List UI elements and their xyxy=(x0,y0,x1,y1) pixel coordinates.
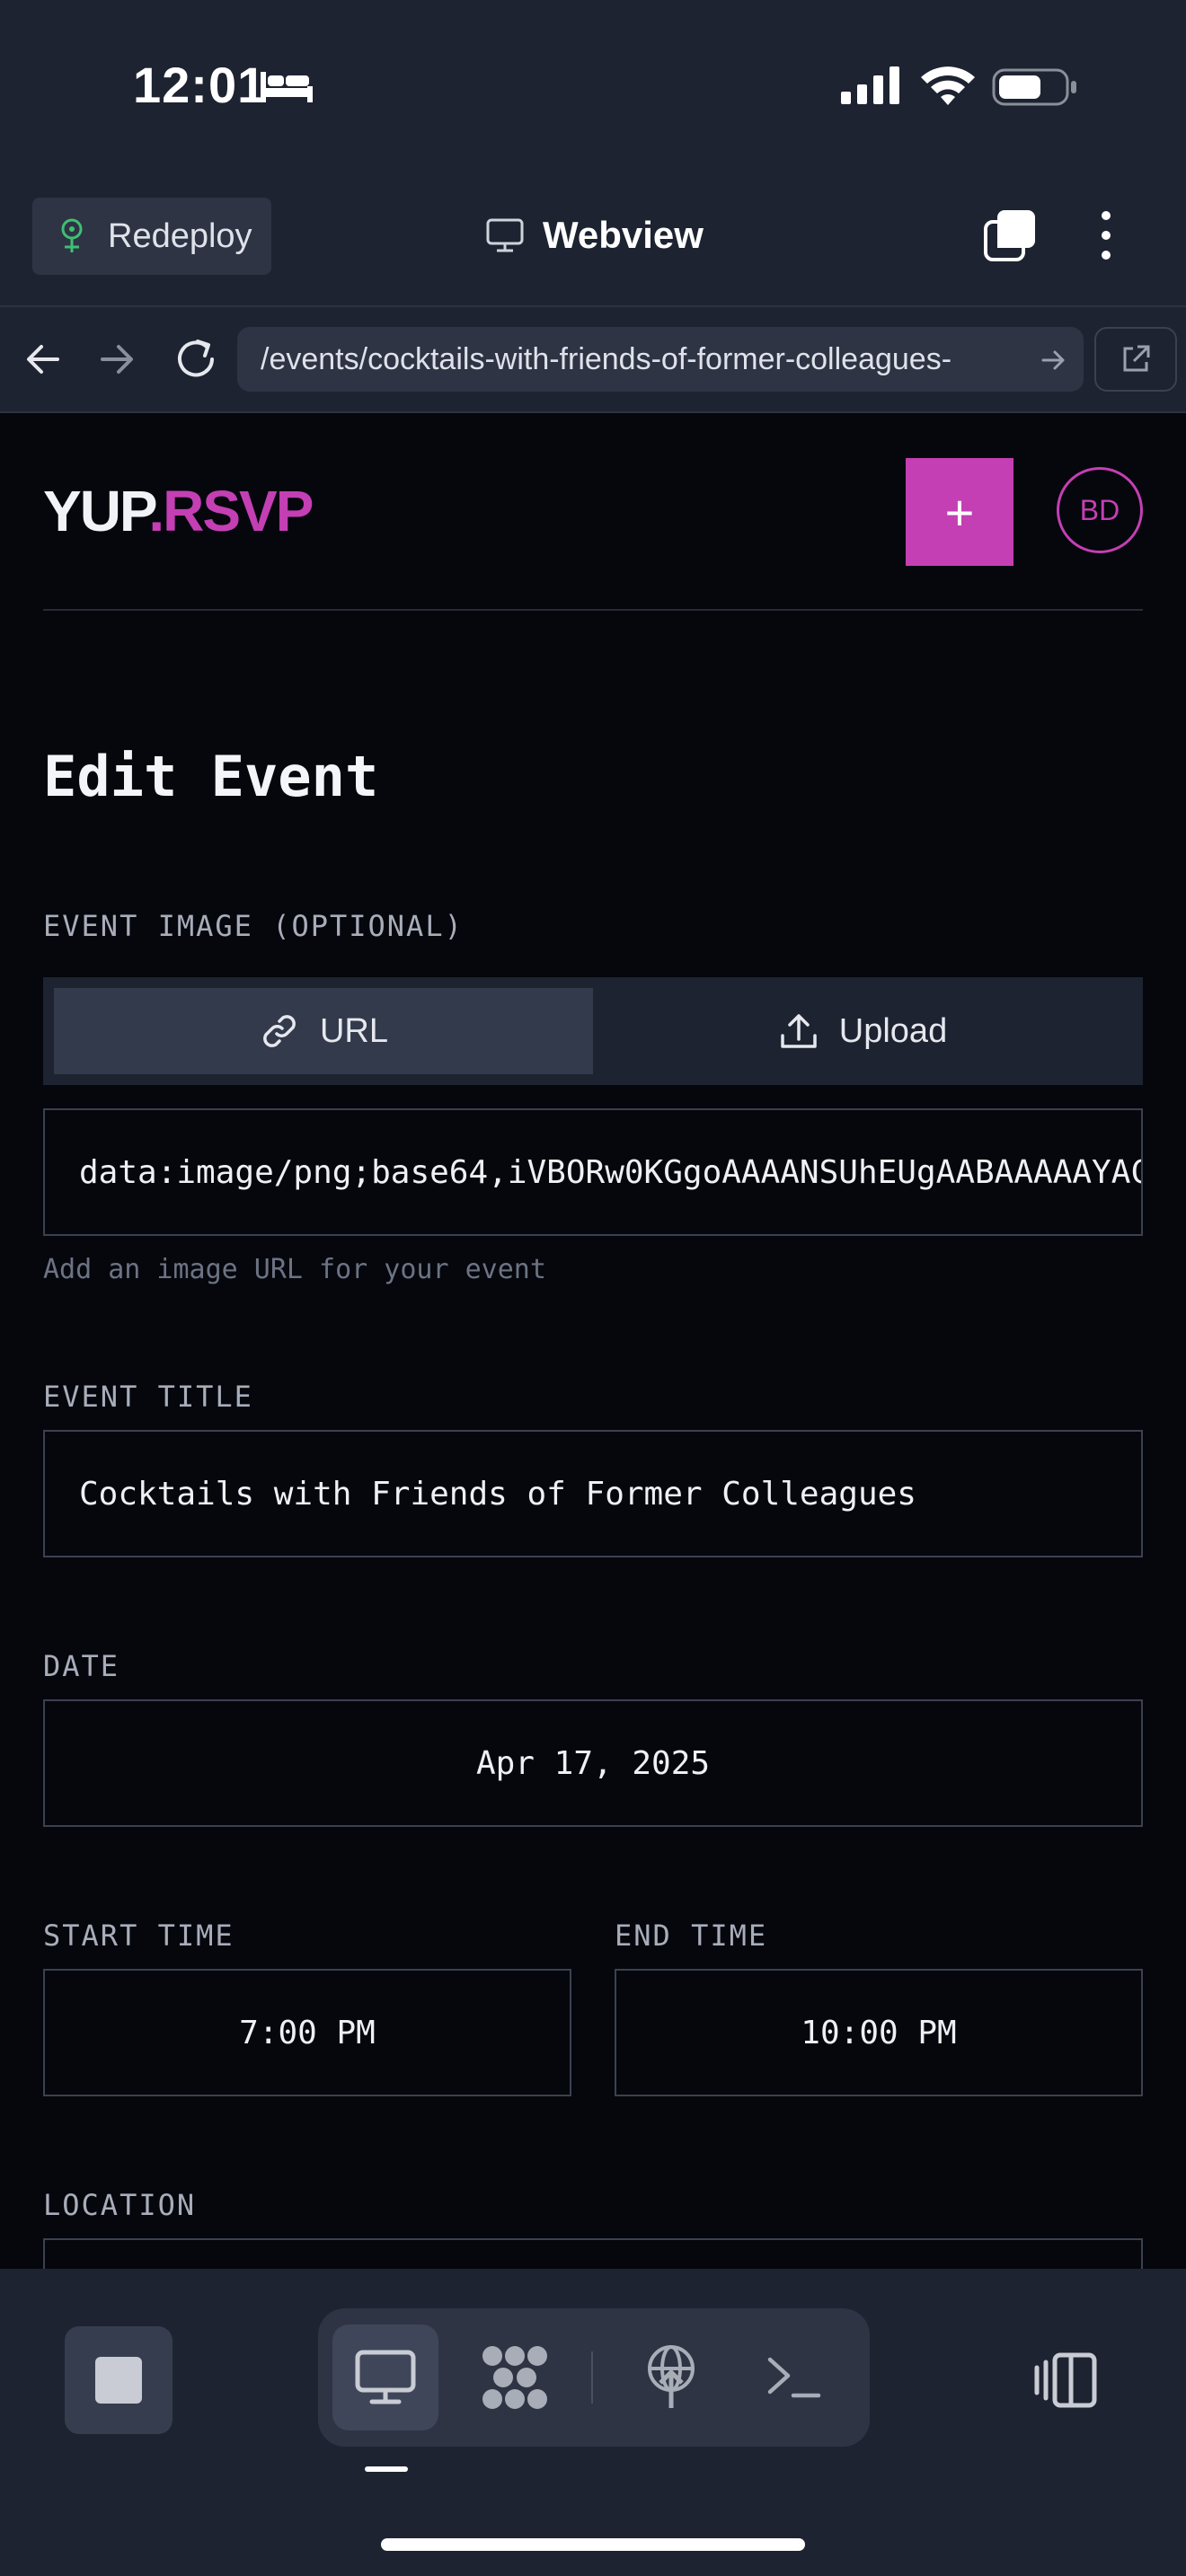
logo-part1: YUP xyxy=(43,479,150,543)
redeploy-label: Redeploy xyxy=(108,216,252,255)
wifi-icon xyxy=(921,66,975,105)
url-bar[interactable]: /events/cocktails-with-friends-of-former… xyxy=(237,327,1084,392)
webview-title-text: Webview xyxy=(543,214,704,256)
logo-part2: .RSVP xyxy=(148,479,314,543)
side-panel-icon[interactable] xyxy=(1033,2351,1098,2409)
webview-tab[interactable] xyxy=(332,2325,438,2430)
browser-toolbar: Redeploy Webview xyxy=(0,171,1186,307)
browser-chrome: 12:01 Redeploy Webview /events/cocktails… xyxy=(0,0,1186,413)
image-url-value: data:image/png;base64,iVBORw0KGgoAAAANSU… xyxy=(79,1153,1143,1191)
location-label: LOCATION xyxy=(43,2188,197,2222)
switcher-divider xyxy=(591,2351,593,2404)
terminal-icon xyxy=(767,2357,821,2398)
add-event-button[interactable]: + xyxy=(906,458,1013,566)
back-arrow-icon[interactable] xyxy=(22,338,65,381)
redeploy-icon xyxy=(61,218,83,252)
upload-tab[interactable]: Upload xyxy=(593,988,1132,1074)
status-bar: 12:01 xyxy=(0,0,1186,171)
forward-arrow-icon[interactable] xyxy=(95,338,138,381)
webview-title: Webview xyxy=(485,208,704,262)
image-url-hint: Add an image URL for your event xyxy=(43,1254,546,1285)
date-input[interactable]: Apr 17, 2025 xyxy=(43,1699,1143,1827)
end-time-input[interactable]: 10:00 PM xyxy=(615,1969,1143,2096)
page-title: Edit Event xyxy=(43,744,379,809)
event-title-value: Cocktails with Friends of Former Colleag… xyxy=(79,1475,916,1513)
event-title-label: EVENT TITLE xyxy=(43,1380,253,1414)
redeploy-button[interactable]: Redeploy xyxy=(32,198,271,275)
site-logo[interactable]: YUP.RSVP xyxy=(43,478,314,544)
event-image-label: EVENT IMAGE (OPTIONAL) xyxy=(43,909,464,943)
deploy-globe-icon xyxy=(648,2345,695,2408)
image-source-toggle: URL Upload xyxy=(43,977,1143,1085)
stop-icon xyxy=(95,2357,142,2404)
tabs-icon[interactable] xyxy=(983,208,1037,262)
end-time-value: 10:00 PM xyxy=(801,2014,957,2051)
url-tab-label: URL xyxy=(319,1011,389,1050)
deploy-tab[interactable] xyxy=(618,2325,724,2430)
home-indicator[interactable] xyxy=(381,2538,805,2551)
start-time-input[interactable]: 7:00 PM xyxy=(43,1969,571,2096)
url-go-arrow-icon[interactable] xyxy=(1040,347,1067,374)
active-tab-indicator xyxy=(365,2466,408,2472)
link-icon xyxy=(263,1015,296,1047)
browser-navbar: /events/cocktails-with-friends-of-former… xyxy=(0,307,1186,413)
image-url-input[interactable]: data:image/png;base64,iVBORw0KGgoAAAANSU… xyxy=(43,1108,1143,1236)
external-link-icon xyxy=(1123,345,1150,372)
reload-icon[interactable] xyxy=(171,334,221,384)
upload-icon xyxy=(781,1014,817,1048)
monitor-icon xyxy=(486,218,524,252)
stop-button[interactable] xyxy=(65,2326,173,2434)
status-time: 12:01 xyxy=(133,57,267,113)
more-menu-icon[interactable] xyxy=(1085,208,1127,262)
webview-page: YUP.RSVP + BD Edit Event EVENT IMAGE (OP… xyxy=(0,413,1186,2269)
sleep-bed-icon xyxy=(261,72,313,102)
date-value: Apr 17, 2025 xyxy=(475,1744,711,1782)
event-title-input[interactable]: Cocktails with Friends of Former Colleag… xyxy=(43,1430,1143,1557)
end-time-label: END TIME xyxy=(615,1919,768,1953)
location-input[interactable] xyxy=(43,2238,1143,2269)
url-text: /events/cocktails-with-friends-of-former… xyxy=(261,341,952,376)
canvas-tab[interactable] xyxy=(462,2325,568,2430)
site-header: YUP.RSVP + BD xyxy=(43,413,1143,611)
shell-tab[interactable] xyxy=(740,2325,846,2430)
cellular-signal-icon xyxy=(841,66,899,104)
url-tab[interactable]: URL xyxy=(54,988,593,1074)
battery-icon xyxy=(992,68,1076,106)
start-time-value: 7:00 PM xyxy=(239,2014,376,2051)
bottom-toolbar xyxy=(0,2269,1186,2576)
avatar[interactable]: BD xyxy=(1057,467,1143,553)
view-switcher xyxy=(318,2308,870,2447)
blocks-icon xyxy=(482,2346,547,2409)
monitor-icon xyxy=(355,2350,416,2404)
upload-tab-label: Upload xyxy=(838,1011,948,1050)
date-label: DATE xyxy=(43,1649,120,1683)
open-external-button[interactable] xyxy=(1094,327,1177,392)
start-time-label: START TIME xyxy=(43,1919,235,1953)
